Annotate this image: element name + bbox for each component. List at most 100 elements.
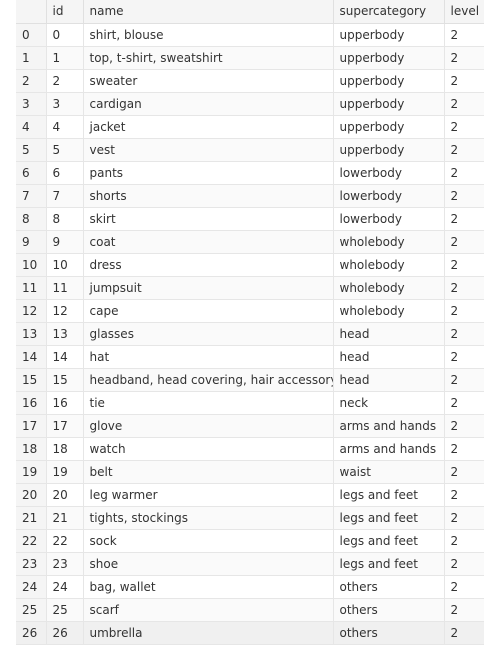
row-index-cell: 19 bbox=[16, 460, 46, 484]
table-row: 9 9 coat wholebody 2 bbox=[16, 230, 484, 254]
name-cell: shoe bbox=[82, 552, 333, 576]
name-cell: skirt bbox=[82, 207, 333, 231]
level-cell: 2 bbox=[443, 460, 484, 484]
table-row: 20 20 leg warmer legs and feet 2 bbox=[16, 483, 484, 507]
column-header-id: id bbox=[45, 0, 83, 24]
row-index-cell: 3 bbox=[16, 92, 46, 116]
supercategory-cell: others bbox=[332, 621, 444, 645]
name-cell: tie bbox=[82, 391, 333, 415]
row-index-cell: 11 bbox=[16, 276, 46, 300]
level-cell: 2 bbox=[443, 483, 484, 507]
table-row: 26 26 umbrella others 2 bbox=[16, 621, 484, 645]
row-index-cell: 26 bbox=[16, 621, 46, 645]
id-cell: 2 bbox=[45, 69, 83, 93]
name-cell: scarf bbox=[82, 598, 333, 622]
table-row: 21 21 tights, stockings legs and feet 2 bbox=[16, 506, 484, 530]
name-cell: pants bbox=[82, 161, 333, 185]
table-row: 0 0 shirt, blouse upperbody 2 bbox=[16, 23, 484, 47]
table-row: 22 22 sock legs and feet 2 bbox=[16, 529, 484, 553]
id-cell: 6 bbox=[45, 161, 83, 185]
name-cell: jacket bbox=[82, 115, 333, 139]
row-index-cell: 23 bbox=[16, 552, 46, 576]
row-index-cell: 9 bbox=[16, 230, 46, 254]
row-index-cell: 21 bbox=[16, 506, 46, 530]
id-cell: 4 bbox=[45, 115, 83, 139]
row-index-cell: 0 bbox=[16, 23, 46, 47]
id-cell: 0 bbox=[45, 23, 83, 47]
id-cell: 1 bbox=[45, 46, 83, 70]
dataframe-output: id name supercategory level 0 0 shirt, blo… bbox=[16, 0, 484, 645]
row-index-cell: 17 bbox=[16, 414, 46, 438]
id-cell: 15 bbox=[45, 368, 83, 392]
level-cell: 2 bbox=[443, 69, 484, 93]
level-cell: 2 bbox=[443, 207, 484, 231]
supercategory-cell: upperbody bbox=[332, 23, 444, 47]
name-cell: glove bbox=[82, 414, 333, 438]
row-index-cell: 2 bbox=[16, 69, 46, 93]
row-index-cell: 14 bbox=[16, 345, 46, 369]
row-index-cell: 16 bbox=[16, 391, 46, 415]
table-row: 2 2 sweater upperbody 2 bbox=[16, 69, 484, 93]
level-cell: 2 bbox=[443, 621, 484, 645]
level-cell: 2 bbox=[443, 46, 484, 70]
table-row: 10 10 dress wholebody 2 bbox=[16, 253, 484, 277]
supercategory-cell: wholebody bbox=[332, 230, 444, 254]
name-cell: vest bbox=[82, 138, 333, 162]
supercategory-cell: upperbody bbox=[332, 46, 444, 70]
name-cell: jumpsuit bbox=[82, 276, 333, 300]
id-cell: 7 bbox=[45, 184, 83, 208]
supercategory-cell: others bbox=[332, 575, 444, 599]
table-row: 25 25 scarf others 2 bbox=[16, 598, 484, 622]
table-row: 5 5 vest upperbody 2 bbox=[16, 138, 484, 162]
level-cell: 2 bbox=[443, 368, 484, 392]
name-cell: bag, wallet bbox=[82, 575, 333, 599]
id-cell: 25 bbox=[45, 598, 83, 622]
table-row: 13 13 glasses head 2 bbox=[16, 322, 484, 346]
row-index-cell: 7 bbox=[16, 184, 46, 208]
level-cell: 2 bbox=[443, 345, 484, 369]
supercategory-cell: legs and feet bbox=[332, 529, 444, 553]
level-cell: 2 bbox=[443, 575, 484, 599]
supercategory-cell: neck bbox=[332, 391, 444, 415]
id-cell: 22 bbox=[45, 529, 83, 553]
row-index-cell: 22 bbox=[16, 529, 46, 553]
level-cell: 2 bbox=[443, 414, 484, 438]
supercategory-cell: wholebody bbox=[332, 299, 444, 323]
name-cell: leg warmer bbox=[82, 483, 333, 507]
name-cell: umbrella bbox=[82, 621, 333, 645]
level-cell: 2 bbox=[443, 299, 484, 323]
row-index-cell: 18 bbox=[16, 437, 46, 461]
id-cell: 17 bbox=[45, 414, 83, 438]
level-cell: 2 bbox=[443, 391, 484, 415]
name-cell: belt bbox=[82, 460, 333, 484]
row-index-cell: 4 bbox=[16, 115, 46, 139]
id-cell: 24 bbox=[45, 575, 83, 599]
supercategory-cell: legs and feet bbox=[332, 552, 444, 576]
level-cell: 2 bbox=[443, 598, 484, 622]
level-cell: 2 bbox=[443, 529, 484, 553]
column-header-level: level bbox=[443, 0, 484, 24]
table-row: 8 8 skirt lowerbody 2 bbox=[16, 207, 484, 231]
dataframe-table: id name supercategory level 0 0 shirt, blo… bbox=[16, 0, 484, 645]
table-row: 3 3 cardigan upperbody 2 bbox=[16, 92, 484, 116]
supercategory-cell: arms and hands bbox=[332, 437, 444, 461]
level-cell: 2 bbox=[443, 230, 484, 254]
id-cell: 10 bbox=[45, 253, 83, 277]
table-row: 18 18 watch arms and hands 2 bbox=[16, 437, 484, 461]
id-cell: 23 bbox=[45, 552, 83, 576]
table-row: 15 15 headband, head covering, hair access… bbox=[16, 368, 484, 392]
supercategory-cell: legs and feet bbox=[332, 506, 444, 530]
name-cell: glasses bbox=[82, 322, 333, 346]
id-cell: 13 bbox=[45, 322, 83, 346]
level-cell: 2 bbox=[443, 184, 484, 208]
row-index-cell: 8 bbox=[16, 207, 46, 231]
supercategory-cell: upperbody bbox=[332, 138, 444, 162]
name-cell: tights, stockings bbox=[82, 506, 333, 530]
name-cell: headband, head covering, hair accessory bbox=[82, 368, 333, 392]
supercategory-cell: others bbox=[332, 598, 444, 622]
name-cell: top, t-shirt, sweatshirt bbox=[82, 46, 333, 70]
column-header-index bbox=[16, 0, 46, 24]
level-cell: 2 bbox=[443, 253, 484, 277]
row-index-cell: 5 bbox=[16, 138, 46, 162]
table-row: 4 4 jacket upperbody 2 bbox=[16, 115, 484, 139]
